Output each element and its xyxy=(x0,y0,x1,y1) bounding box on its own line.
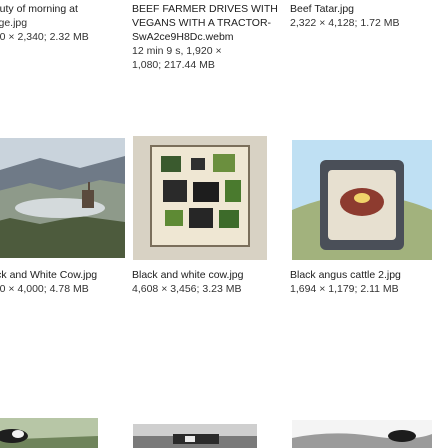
thumbnail-black-and-white-cow-1[interactable] xyxy=(0,418,98,448)
thumbnail-beef-farmer-image xyxy=(133,136,267,260)
thumbnail-black-and-white-cow-2[interactable] xyxy=(133,424,257,448)
file-meta-3a: 2,322 × 4,128; 1.72 MB xyxy=(290,17,400,29)
thumbnail-cow-1-image xyxy=(0,418,98,448)
thumbnail-morning-village[interactable] xyxy=(0,138,125,258)
file-caption-4[interactable]: lack and White Cow.jpg 000 × 4,000; 4.78… xyxy=(0,268,124,296)
file-caption-1[interactable]: eauty of morning at llage.jpg 160 × 2,34… xyxy=(0,2,124,44)
file-caption-2[interactable]: BEEF FARMER DRIVES WITH VEGANS WITH A TR… xyxy=(132,2,280,72)
thumbnail-beef-tatar-image xyxy=(292,140,432,260)
file-name-6[interactable]: Black angus cattle 2.jpg xyxy=(290,268,448,282)
file-name-2[interactable]: BEEF FARMER DRIVES WITH VEGANS WITH A TR… xyxy=(132,2,280,44)
file-meta-1b: 160 × 2,340; 2.32 MB xyxy=(0,31,89,43)
thumbnail-cow-2-image xyxy=(133,424,257,448)
file-name-3[interactable]: Beef Tatar.jpg xyxy=(290,2,448,16)
file-name-5[interactable]: Black and white cow.jpg xyxy=(132,268,282,282)
thumbnail-beef-farmer-video[interactable] xyxy=(133,136,267,260)
thumbnail-morning-village-image xyxy=(0,138,125,258)
file-meta-5a: 4,608 × 3,456; 3.23 MB xyxy=(132,283,242,295)
file-meta-4a: 000 × 4,000; 4.78 MB xyxy=(0,283,89,295)
file-name-4[interactable]: lack and White Cow.jpg xyxy=(0,268,124,282)
file-meta-2b: 1,080; 217.44 MB xyxy=(132,59,215,71)
thumbnail-black-angus-cattle[interactable] xyxy=(292,420,432,448)
file-caption-6[interactable]: Black angus cattle 2.jpg 1,694 × 1,179; … xyxy=(290,268,448,296)
file-meta-1a: llage.jpg xyxy=(0,17,28,29)
file-caption-3[interactable]: Beef Tatar.jpg 2,322 × 4,128; 1.72 MB xyxy=(290,2,448,30)
file-meta-6a: 1,694 × 1,179; 2.11 MB xyxy=(290,283,399,295)
thumbnail-beef-tatar[interactable] xyxy=(292,140,432,260)
file-caption-5[interactable]: Black and white cow.jpg 4,608 × 3,456; 3… xyxy=(132,268,282,296)
file-meta-2a: 12 min 9 s, 1,920 × xyxy=(132,45,222,57)
thumbnail-angus-image xyxy=(292,420,432,448)
file-name-1[interactable]: eauty of morning at xyxy=(0,2,124,16)
